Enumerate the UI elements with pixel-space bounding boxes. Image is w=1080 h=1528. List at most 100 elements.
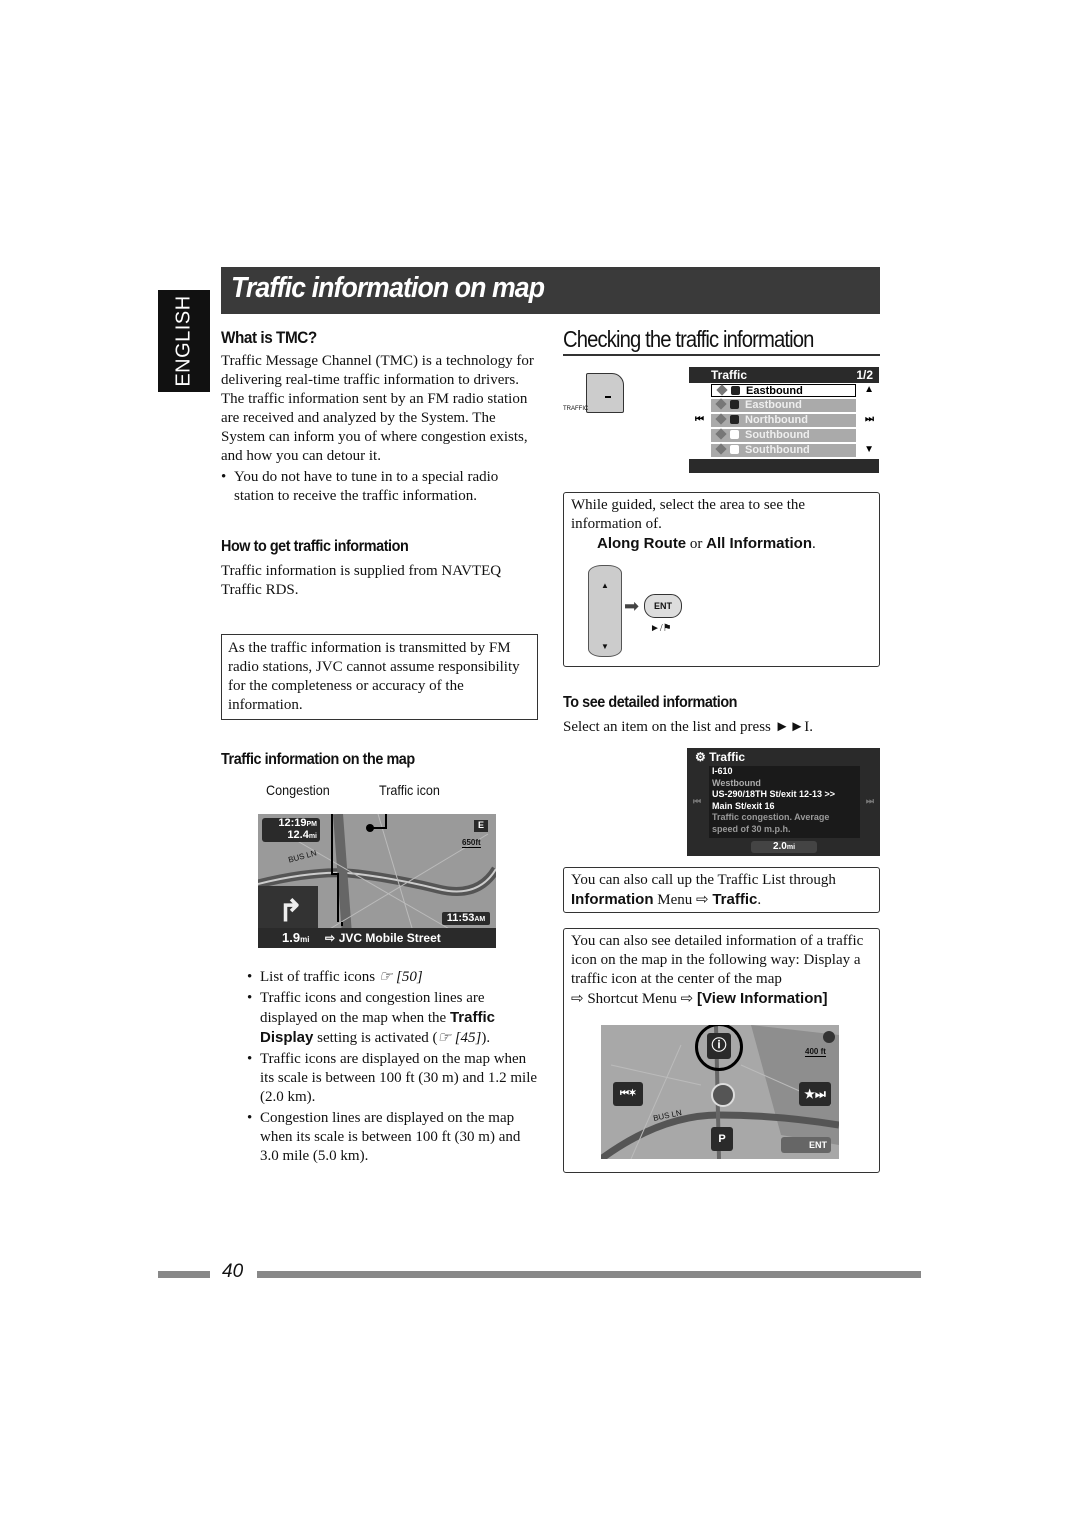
period: . (811, 536, 816, 552)
arrow-icon: ⇨ (325, 931, 336, 945)
parking-icon[interactable]: P (711, 1127, 733, 1151)
compass-button[interactable]: E (474, 820, 488, 832)
shortcut-map-screenshot: ⓘ 400 ft ⏮✶ ★⏭ BUS LN P ENT (601, 1025, 839, 1159)
detail-title-text: Traffic (709, 750, 746, 764)
eta-panel: 12:19PM 12.4mi (262, 818, 320, 842)
scroll-wheel[interactable]: ▲ ▼ (588, 565, 622, 657)
navigation-map-screenshot: 12:19PM 12.4mi E 650ft BUS LN 11:53AM ↱ … (258, 814, 496, 948)
eta-distance: 12.4 (287, 829, 309, 841)
list-item[interactable]: Southbound (711, 443, 856, 457)
page-title: Traffic information on map (231, 272, 545, 304)
bullet-item: Congestion lines are displayed on the ma… (247, 1109, 539, 1166)
detailed-body: Select an item on the list and press ►►I… (563, 719, 814, 735)
screen-title: Traffic (711, 368, 748, 382)
list-item-label: Eastbound (745, 399, 802, 411)
list-item-label: Southbound (745, 444, 810, 456)
menu-view-information: [View Information] (696, 990, 828, 1007)
list-item[interactable]: Eastbound (711, 384, 856, 397)
tip-text: Menu ⇨ (653, 892, 713, 908)
page-ref-link[interactable]: ☞ [50] (379, 969, 423, 985)
list-item-label: Eastbound (746, 385, 803, 397)
next-icon[interactable]: ⏭ (866, 796, 874, 807)
list-item-label: Northbound (745, 414, 808, 426)
detail-line: I-610 (712, 766, 733, 776)
menu-traffic: Traffic (712, 891, 758, 908)
ent-sub-label: ►/⚑ (650, 623, 672, 634)
footer-bar-right (257, 1271, 921, 1278)
language-label: ENGLISH (172, 295, 195, 387)
tip-text: You can also see detailed information of… (571, 933, 864, 987)
favorite-star-icon[interactable]: ★⏭ (799, 1082, 831, 1106)
detail-title: ⚙ Traffic (695, 750, 745, 764)
tmc-section: Traffic Message Channel (TMC) is a techn… (221, 352, 539, 506)
scroll-up-icon[interactable]: ▲ (864, 384, 874, 395)
notice-box: As the traffic information is transmitte… (221, 634, 538, 720)
tmc-body: Traffic Message Channel (TMC) is a techn… (221, 353, 534, 464)
menu-information: Information (571, 891, 654, 908)
bullet-text: setting is activated ( (313, 1030, 438, 1046)
arrow-right-icon: ➡ (624, 596, 640, 616)
info-icon[interactable]: ⓘ (707, 1033, 731, 1059)
prev-icon[interactable]: ⏮ (693, 796, 701, 807)
bullet-text: List of traffic icons (260, 969, 379, 985)
footer-bar-left (158, 1271, 210, 1278)
period: . (757, 892, 762, 908)
ent-shortcut-button[interactable]: ENT (781, 1137, 831, 1153)
detail-line: Westbound (712, 777, 761, 788)
eta-suffix: PM (306, 821, 318, 828)
detail-line: US-290/18TH St/exit 12-13 >> (712, 789, 836, 799)
clock-time: 11:53 (446, 912, 475, 924)
heading-detailed-info: To see detailed information (563, 694, 738, 711)
eta-time: 12:19 (278, 817, 307, 829)
tmc-bullet: You do not have to tune in to a special … (221, 468, 539, 506)
eta-unit: mi (308, 833, 317, 840)
map-scale: 650ft (462, 838, 481, 848)
bullet-text: ). (481, 1030, 491, 1046)
label-congestion: Congestion (266, 782, 330, 798)
bullet-item: Traffic icons and congestion lines are d… (247, 989, 539, 1048)
language-tab: ENGLISH (158, 290, 210, 392)
traffic-list-screen: Traffic 1/2 Eastbound Eastbound Northbou… (689, 367, 879, 473)
next-icon[interactable]: ⏭ (865, 414, 874, 425)
list-item[interactable]: Northbound (711, 413, 856, 427)
page-number: 40 (222, 1261, 244, 1282)
option-along-route[interactable]: Along Route (597, 535, 686, 552)
step-text: While guided, select the area to see the… (571, 497, 806, 532)
traffic-button-label: TRAFFIC (563, 406, 589, 412)
prev-route-icon[interactable]: ⏮✶ (613, 1082, 643, 1106)
page-ref-link[interactable]: ☞ [45] (438, 1030, 482, 1046)
step-box: While guided, select the area to see the… (563, 492, 880, 667)
detail-line: Main St/exit 16 (712, 800, 775, 811)
option-all-information[interactable]: All Information (706, 535, 812, 552)
list-item[interactable]: Southbound (711, 428, 856, 442)
ent-button[interactable]: ENT (644, 594, 682, 618)
prev-icon[interactable]: ⏮ (695, 414, 704, 425)
turn-arrow-icon: ↱ (278, 895, 304, 928)
clock-suffix: AM (474, 916, 486, 923)
or-text: or (686, 536, 707, 552)
step-options: Along Route or All Information. (597, 534, 872, 554)
traffic-hardware-button[interactable] (586, 373, 624, 413)
list-item-label: Southbound (745, 429, 810, 441)
list-item[interactable]: Eastbound (711, 398, 856, 412)
turn-distance: 1.9 (282, 930, 301, 945)
page-indicator: 1/2 (856, 368, 873, 382)
heading-how-to-get: How to get traffic information (221, 538, 409, 555)
compass-icon[interactable] (823, 1031, 835, 1043)
traffic-icon[interactable] (711, 1083, 735, 1107)
heading-what-is-tmc: What is TMC? (221, 328, 317, 347)
traffic-icon: ⚙ (695, 750, 710, 764)
map-scale: 400 ft (805, 1047, 826, 1057)
tip-text: ⇨ Shortcut Menu ⇨ (571, 991, 697, 1007)
bullet-item: List of traffic icons ☞ [50] (247, 968, 539, 987)
scroll-down-icon[interactable]: ▼ (864, 444, 874, 455)
heading-text: Checking the traffic information (563, 326, 814, 352)
street-name: JVC Mobile Street (338, 931, 441, 945)
how-to-get-body: Traffic information is supplied from NAV… (221, 563, 502, 598)
traffic-detail-screen: ⚙ Traffic I-610 Westbound US-290/18TH St… (687, 748, 880, 856)
label-traffic-icon: Traffic icon (379, 782, 440, 798)
bullet-item: Traffic icons are displayed on the map w… (247, 1050, 539, 1107)
turn-unit: mi (300, 935, 310, 944)
heading-checking-traffic: Checking the traffic information (563, 326, 880, 356)
distance-pill: 2.0mi (751, 841, 817, 853)
